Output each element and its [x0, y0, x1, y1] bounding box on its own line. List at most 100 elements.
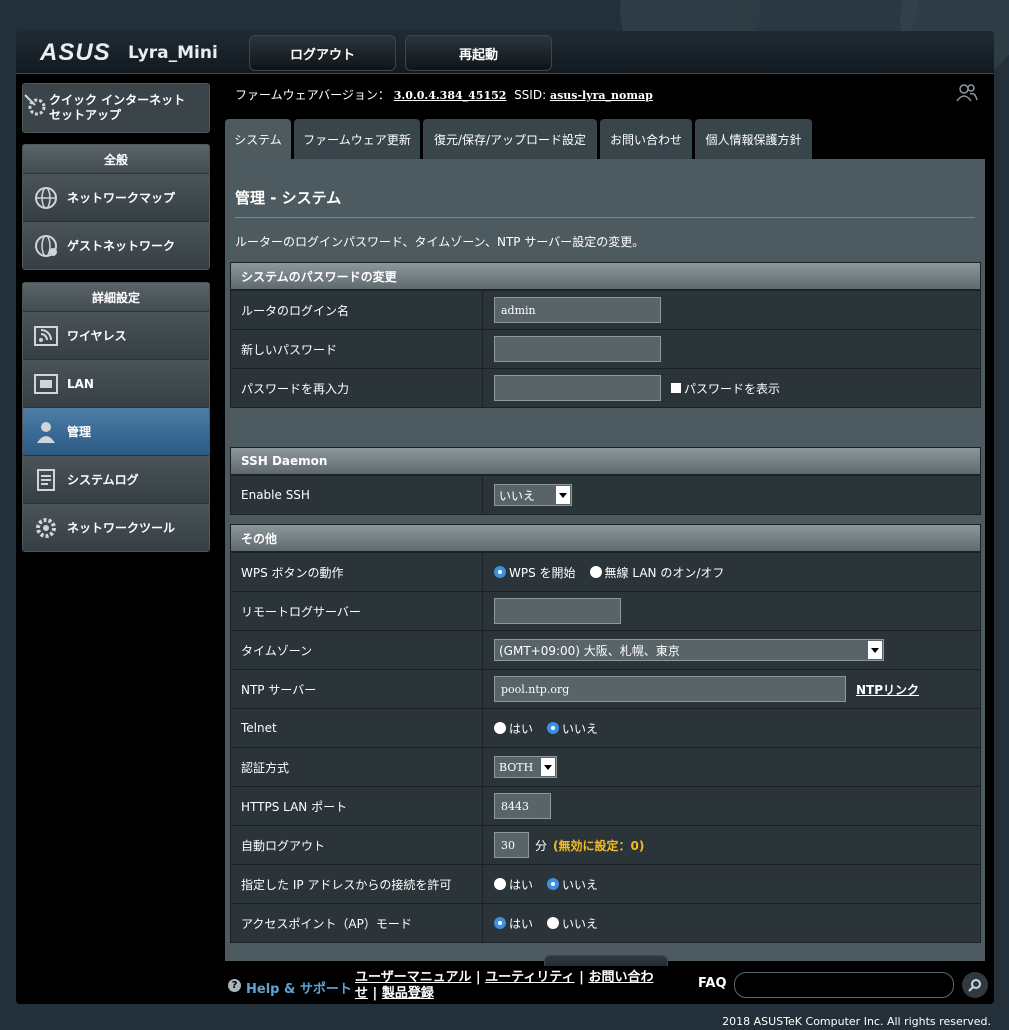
radio-label: WPS を開始 [509, 565, 576, 580]
wireless-icon [31, 321, 61, 351]
wps-start-radio[interactable] [494, 566, 506, 578]
sidebar-item-system-log[interactable]: システムログ [23, 455, 209, 503]
sidebar-general-title: 全般 [23, 145, 209, 173]
asus-logo: ASUS [40, 39, 111, 66]
ssh-section: SSH Daemon Enable SSH いいえ [230, 447, 981, 515]
field-label: アクセスポイント（AP）モード [231, 904, 483, 942]
sidebar-general: 全般 ネットワークマップ ゲストネットワーク [22, 144, 210, 270]
admin-person-icon [31, 417, 61, 447]
ap-mode-yes-radio[interactable] [494, 917, 506, 929]
sidebar-item-label: 管理 [67, 425, 92, 439]
radio-label: はい [509, 916, 534, 931]
show-password-checkbox[interactable] [671, 383, 681, 393]
sidebar-item-network-map[interactable]: ネットワークマップ [23, 173, 209, 221]
auth-method-select[interactable]: BOTH [494, 756, 557, 778]
ntp-link[interactable]: NTPリンク [856, 681, 919, 698]
auto-logout-input[interactable]: 30 [494, 832, 529, 858]
auto-logout-row: 自動ログアウト 30 分 (無効に設定：0) [231, 825, 980, 864]
field-label: Enable SSH [231, 476, 483, 514]
telnet-yes-radio[interactable] [494, 722, 506, 734]
sidebar-item-wireless[interactable]: ワイヤレス [23, 311, 209, 359]
sidebar-item-administration[interactable]: 管理 [23, 407, 209, 455]
tab-privacy[interactable]: 個人情報保護方針 [695, 119, 812, 159]
timezone-select[interactable]: (GMT+09:00) 大阪、札幌、東京 [494, 639, 884, 661]
sidebar-item-label: ネットワークマップ [67, 191, 176, 205]
ap-mode-no-radio[interactable] [547, 917, 560, 929]
help-question-icon: ? [228, 979, 241, 992]
ntp-server-input[interactable]: pool.ntp.org [494, 676, 846, 702]
field-label: 指定した IP アドレスからの接続を許可 [231, 865, 483, 903]
link-separator: | [471, 970, 486, 985]
tab-restore-save-upload[interactable]: 復元/保存/アップロード設定 [423, 119, 597, 159]
gear-icon [31, 513, 61, 543]
enable-ssh-select[interactable]: いいえ [494, 484, 572, 506]
utility-link[interactable]: ユーティリティ [485, 970, 574, 985]
register-link[interactable]: 製品登録 [382, 986, 434, 1001]
link-separator: | [574, 970, 589, 985]
section-title: SSH Daemon [231, 448, 980, 475]
field-label: ルータのログイン名 [231, 291, 483, 329]
sidebar-item-label: LAN [67, 376, 94, 391]
firmware-info: ファームウェアバージョン： 3.0.0.4.384_45152 SSID: as… [235, 86, 653, 103]
radio-label: 無線 LAN のオン/オフ [604, 565, 725, 580]
sidebar-item-network-tools[interactable]: ネットワークツール [23, 503, 209, 551]
settings-panel: 管理 - システム ルーターのログインパスワード、タイムゾーン、NTP サーバー… [225, 159, 985, 989]
logout-button[interactable]: ログアウト [249, 35, 396, 71]
new-password-row: 新しいパスワード [231, 329, 980, 368]
tab-feedback[interactable]: お問い合わせ [600, 119, 692, 159]
auth-row: 認証方式 BOTH [231, 747, 980, 786]
remote-log-input[interactable] [494, 598, 621, 624]
page-description: ルーターのログインパスワード、タイムゾーン、NTP サーバー設定の変更。 [235, 235, 645, 249]
reboot-button[interactable]: 再起動 [405, 35, 552, 71]
https-port-input[interactable]: 8443 [494, 793, 551, 819]
footer: ? Help & サポート ユーザーマニュアル | ユーティリティ | お問い合… [16, 966, 994, 1004]
misc-section: その他 WPS ボタンの動作 WPS を開始 無線 LAN のオン/オフ リモー… [230, 524, 981, 943]
chevron-down-icon [541, 758, 555, 776]
ap-mode-row: アクセスポイント（AP）モード はい いいえ [231, 903, 980, 942]
sidebar-advanced: 詳細設定 ワイヤレス LAN 管理 システムログ ネットワークツール [22, 282, 210, 552]
ssid-label: SSID: [514, 88, 547, 102]
new-password-input[interactable] [494, 336, 661, 362]
field-label: パスワードを再入力 [231, 369, 483, 407]
tab-system[interactable]: システム [225, 119, 291, 159]
wand-gear-icon [23, 93, 49, 123]
login-name-input[interactable]: admin [494, 297, 661, 323]
field-label: WPS ボタンの動作 [231, 553, 483, 591]
sidebar-advanced-title: 詳細設定 [23, 283, 209, 311]
telnet-no-radio[interactable] [547, 722, 560, 734]
page-title: 管理 - システム [235, 189, 342, 207]
telnet-row: Telnet はい いいえ [231, 708, 980, 747]
ntp-row: NTP サーバー pool.ntp.org NTPリンク [231, 669, 980, 708]
ssid-link[interactable]: asus-lyra_nomap [550, 89, 653, 102]
allow-ip-no-radio[interactable] [547, 878, 560, 890]
wps-row: WPS ボタンの動作 WPS を開始 無線 LAN のオン/オフ [231, 552, 980, 591]
https-port-row: HTTPS LAN ポート 8443 [231, 786, 980, 825]
quick-setup-button[interactable]: クイック インターネット セットアップ [22, 83, 210, 133]
field-label: 認証方式 [231, 748, 483, 786]
section-title: その他 [231, 525, 980, 552]
allow-ip-row: 指定した IP アドレスからの接続を許可 はい いいえ [231, 864, 980, 903]
sidebar-item-guest-network[interactable]: ゲストネットワーク [23, 221, 209, 269]
copyright: 2018 ASUSTeK Computer Inc. All rights re… [722, 1015, 991, 1028]
search-icon[interactable] [962, 972, 988, 998]
field-label: タイムゾーン [231, 631, 483, 669]
sidebar-item-lan[interactable]: LAN [23, 359, 209, 407]
enable-ssh-row: Enable SSH いいえ [231, 475, 980, 514]
allow-ip-yes-radio[interactable] [494, 878, 506, 890]
model-name: Lyra_Mini [128, 43, 218, 63]
radio-label: いいえ [562, 877, 599, 892]
quick-setup-label: クイック インターネット セットアップ [49, 93, 186, 122]
field-label: NTP サーバー [231, 670, 483, 708]
title-divider [235, 217, 975, 218]
wps-wifi-toggle-radio[interactable] [589, 566, 602, 578]
manual-link[interactable]: ユーザーマニュアル [355, 970, 471, 985]
link-separator: | [368, 986, 382, 1001]
retype-password-input[interactable] [494, 375, 661, 401]
remote-log-row: リモートログサーバー [231, 591, 980, 630]
field-label: 自動ログアウト [231, 826, 483, 864]
help-support-label: Help & サポート [246, 982, 352, 997]
users-icon[interactable] [956, 83, 978, 107]
faq-search-input[interactable] [734, 972, 954, 998]
tab-firmware-upgrade[interactable]: ファームウェア更新 [294, 119, 420, 159]
firmware-version-link[interactable]: 3.0.0.4.384_45152 [394, 89, 507, 102]
